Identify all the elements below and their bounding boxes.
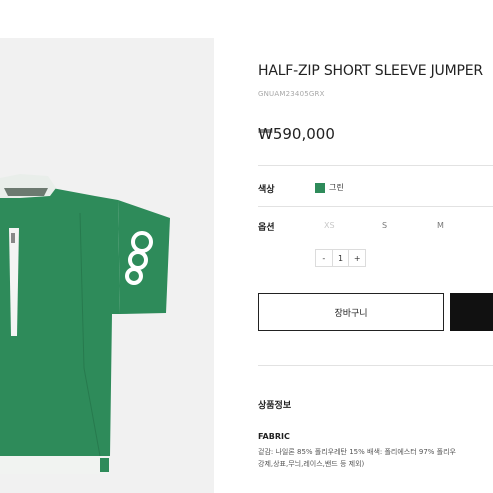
fabric-description: 겉감: 나일론 85% 폴리우레탄 15% 배색: 폴리에스터 97% 폴리우 … bbox=[258, 446, 493, 470]
product-info-title: 상품정보 bbox=[258, 401, 292, 411]
hem-band bbox=[0, 456, 110, 474]
quantity-stepper: - 1 + bbox=[315, 249, 366, 267]
divider bbox=[258, 165, 493, 166]
color-swatch[interactable] bbox=[315, 182, 325, 193]
size-label: 옵션 bbox=[258, 223, 275, 233]
color-label: 색상 bbox=[258, 185, 275, 195]
quantity-value[interactable]: 1 bbox=[331, 250, 349, 266]
product-info: HALF-ZIP SHORT SLEEVE JUMPER GNUAM23405G… bbox=[258, 0, 493, 493]
divider bbox=[258, 206, 493, 207]
product-photo bbox=[0, 174, 170, 474]
product-title: HALF-ZIP SHORT SLEEVE JUMPER bbox=[258, 63, 483, 79]
product-price: ₩590,000 bbox=[258, 125, 335, 143]
fabric-label: FABRIC bbox=[258, 432, 290, 441]
size-option-s[interactable]: S bbox=[382, 221, 387, 230]
add-to-cart-button[interactable]: 장바구니 bbox=[258, 293, 444, 331]
color-option[interactable]: 그린 bbox=[315, 182, 344, 193]
buy-now-button[interactable] bbox=[450, 293, 493, 331]
quantity-increase-button[interactable]: + bbox=[348, 250, 365, 266]
fabric-line: 겉감: 나일론 85% 폴리우레탄 15% 배색: 폴리에스터 97% 폴리우 bbox=[258, 448, 456, 456]
size-option-xs[interactable]: XS bbox=[324, 221, 335, 230]
collar-knit bbox=[4, 188, 48, 196]
fabric-line: 강제,상표,무늬,레이스,밴드 등 제외) bbox=[258, 460, 365, 468]
divider bbox=[258, 365, 493, 366]
quantity-decrease-button[interactable]: - bbox=[316, 250, 332, 266]
product-code: GNUAM23405GRX bbox=[258, 90, 325, 98]
color-value-label: 그린 bbox=[329, 183, 344, 192]
size-option-m[interactable]: M bbox=[437, 221, 444, 230]
product-image bbox=[0, 38, 214, 493]
